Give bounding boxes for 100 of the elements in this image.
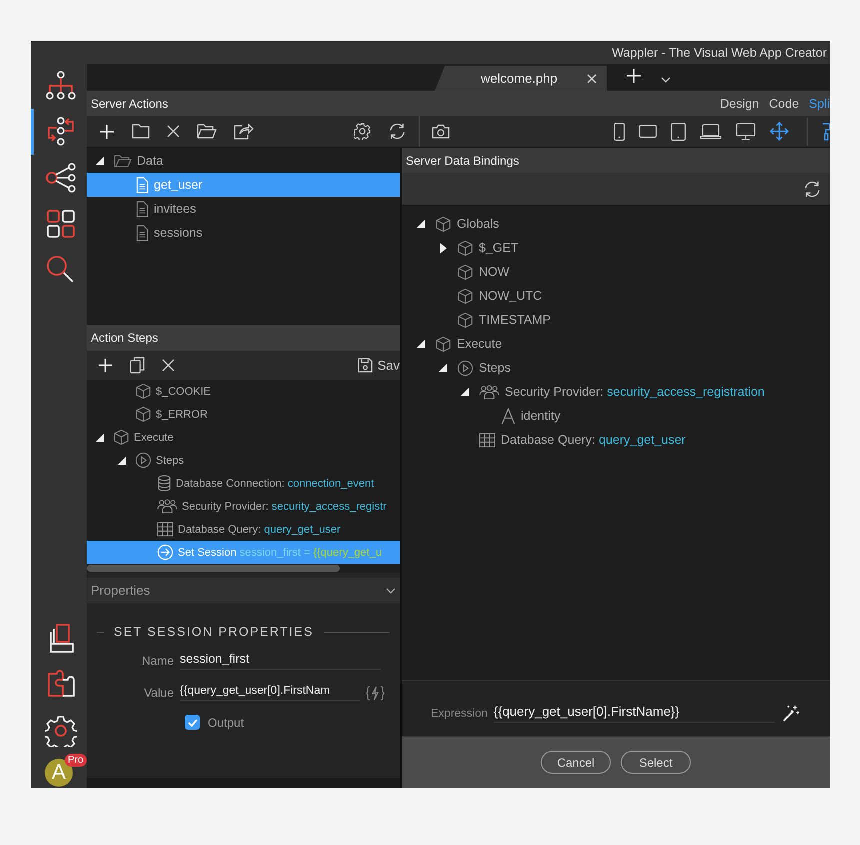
close-icon[interactable] bbox=[587, 74, 597, 84]
phone-icon[interactable] bbox=[614, 122, 625, 140]
panel-title: Properties bbox=[91, 583, 150, 598]
cube-icon bbox=[435, 216, 452, 232]
users-icon bbox=[479, 384, 500, 400]
hierarchy-icon bbox=[44, 71, 76, 101]
checkbox-label: Output bbox=[208, 716, 244, 730]
panel-title: Action Steps bbox=[91, 331, 158, 345]
lightning-icon[interactable] bbox=[366, 686, 385, 700]
input-field[interactable]: {{query_get_user[0].FirstNam bbox=[180, 685, 360, 701]
users-icon bbox=[157, 499, 178, 514]
tree-item[interactable]: Database Query: query_get_user bbox=[87, 518, 400, 541]
tree-item[interactable]: NOW bbox=[408, 260, 830, 284]
add-icon[interactable] bbox=[98, 358, 113, 373]
expanded-arrow-icon[interactable] bbox=[118, 456, 126, 464]
output-checkbox[interactable] bbox=[185, 715, 200, 730]
tree-item[interactable]: NOW_UTC bbox=[408, 284, 830, 308]
view-tab[interactable]: Code bbox=[769, 96, 800, 110]
open-folder-icon[interactable] bbox=[197, 124, 217, 139]
tree-item[interactable]: Globals bbox=[408, 212, 830, 236]
settings-icon[interactable] bbox=[354, 123, 371, 140]
field-label: Value bbox=[143, 686, 174, 700]
close-icon[interactable] bbox=[162, 359, 175, 372]
cube-icon bbox=[457, 312, 474, 328]
save-button[interactable]: Sav bbox=[358, 358, 400, 373]
play-circle-icon bbox=[457, 360, 474, 376]
dialog-button[interactable]: Select bbox=[621, 751, 691, 774]
tree-item[interactable]: $_GET bbox=[408, 236, 830, 260]
view-tab[interactable]: Design bbox=[720, 96, 760, 110]
dialog-title: Server Data Bindings bbox=[406, 154, 520, 168]
document-icon bbox=[136, 200, 149, 218]
expanded-arrow-icon[interactable] bbox=[417, 220, 425, 228]
tree-item[interactable]: Execute bbox=[408, 332, 830, 356]
export-icon[interactable] bbox=[234, 123, 254, 140]
tree-item[interactable]: sessions bbox=[87, 221, 400, 245]
field-label: Expression bbox=[431, 708, 488, 720]
file-tab[interactable]: welcome.php bbox=[435, 66, 607, 91]
document-icon bbox=[136, 224, 149, 242]
tree-item[interactable]: Security Provider: security_access_registr bbox=[87, 495, 400, 518]
tree-item[interactable]: $_ERROR bbox=[87, 403, 400, 426]
refresh-icon[interactable] bbox=[803, 180, 822, 198]
input-field[interactable]: session_first bbox=[180, 652, 381, 670]
dialog-button[interactable]: Cancel bbox=[541, 751, 611, 774]
tree-item[interactable]: $_COOKIE bbox=[87, 380, 400, 403]
tree-item[interactable]: Database Connection: connection_event bbox=[87, 472, 400, 495]
panel-title: Server Actions bbox=[91, 96, 168, 110]
search-icon bbox=[44, 255, 76, 285]
tree-item[interactable]: Steps bbox=[87, 449, 400, 472]
cube-icon bbox=[135, 406, 152, 423]
expression-field[interactable]: {{query_get_user[0].FirstName}} bbox=[494, 704, 775, 723]
expanded-arrow-icon[interactable] bbox=[439, 364, 447, 372]
tree-item[interactable]: Data bbox=[87, 149, 400, 173]
chevron-down-icon[interactable] bbox=[661, 77, 671, 83]
view-tab[interactable]: Spli bbox=[809, 96, 830, 110]
grid-icon bbox=[44, 209, 76, 239]
camera-icon[interactable] bbox=[432, 124, 450, 139]
add-icon[interactable] bbox=[99, 124, 115, 140]
cube-icon bbox=[457, 240, 474, 256]
expanded-arrow-icon[interactable] bbox=[96, 157, 104, 165]
tree-item[interactable]: Security Provider: security_access_registration bbox=[408, 380, 830, 404]
tablet-landscape-icon[interactable] bbox=[639, 125, 657, 138]
copy-icon[interactable] bbox=[130, 357, 145, 374]
scrollbar-thumb[interactable] bbox=[87, 565, 340, 572]
database-icon bbox=[157, 475, 172, 492]
roller-icon[interactable] bbox=[822, 122, 830, 140]
tree-item[interactable]: identity bbox=[408, 404, 830, 428]
tree-item[interactable]: TIMESTAMP bbox=[408, 308, 830, 332]
tablet-icon[interactable] bbox=[671, 122, 686, 140]
save-icon bbox=[358, 358, 373, 373]
expanded-arrow-icon[interactable] bbox=[96, 434, 104, 442]
tree-item[interactable]: Execute bbox=[87, 426, 400, 449]
settings-icon bbox=[44, 715, 76, 747]
document-icon bbox=[136, 176, 149, 194]
cube-icon bbox=[113, 429, 130, 446]
table-icon bbox=[157, 522, 174, 537]
chevron-down-icon[interactable] bbox=[386, 588, 396, 594]
cube-icon bbox=[457, 264, 474, 280]
table-icon bbox=[479, 432, 496, 448]
letter-icon bbox=[501, 408, 516, 424]
expanded-arrow-icon[interactable] bbox=[461, 388, 469, 396]
tree-item[interactable]: Database Query: query_get_user bbox=[408, 428, 830, 452]
expanded-arrow-icon[interactable] bbox=[417, 340, 425, 348]
play-circle-icon bbox=[135, 452, 152, 469]
laptop-icon[interactable] bbox=[700, 124, 722, 140]
checkmark-icon bbox=[188, 718, 198, 726]
collapsed-arrow-icon[interactable] bbox=[440, 242, 446, 254]
desktop-icon[interactable] bbox=[736, 122, 756, 140]
window-title: Wappler - The Visual Web App Creator bbox=[612, 46, 827, 60]
move-icon[interactable] bbox=[770, 122, 789, 141]
folder-icon[interactable] bbox=[132, 124, 150, 139]
share-nodes-icon bbox=[44, 163, 76, 193]
cube-icon bbox=[135, 383, 152, 400]
cube-icon bbox=[457, 288, 474, 304]
magic-wand-icon[interactable] bbox=[781, 704, 800, 723]
close-icon[interactable] bbox=[167, 125, 180, 138]
tree-item[interactable]: Steps bbox=[408, 356, 830, 380]
add-tab-icon[interactable] bbox=[627, 69, 641, 83]
refresh-icon[interactable] bbox=[388, 122, 407, 141]
pro-badge: Pro bbox=[65, 754, 87, 767]
tree-item[interactable]: invitees bbox=[87, 197, 400, 221]
